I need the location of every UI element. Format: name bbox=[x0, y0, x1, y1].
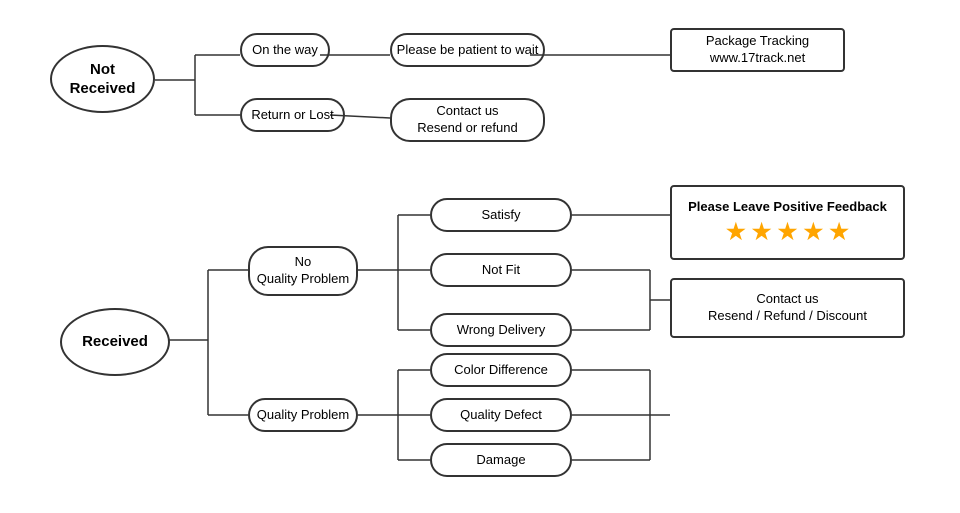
contact-resend-refund-node: Contact us Resend or refund bbox=[390, 98, 545, 142]
return-or-lost-node: Return or Lost bbox=[240, 98, 345, 132]
not-fit-node: Not Fit bbox=[430, 253, 572, 287]
not-received-node: Not Received bbox=[50, 45, 155, 113]
no-quality-problem-node: No Quality Problem bbox=[248, 246, 358, 296]
received-node: Received bbox=[60, 308, 170, 376]
patient-wait-node: Please be patient to wait bbox=[390, 33, 545, 67]
damage-node: Damage bbox=[430, 443, 572, 477]
satisfy-node: Satisfy bbox=[430, 198, 572, 232]
package-tracking-node: Package Tracking www.17track.net bbox=[670, 28, 845, 72]
quality-defect-node: Quality Defect bbox=[430, 398, 572, 432]
color-difference-node: Color Difference bbox=[430, 353, 572, 387]
quality-problem-node: Quality Problem bbox=[248, 398, 358, 432]
contact-resend-discount-node: Contact us Resend / Refund / Discount bbox=[670, 278, 905, 338]
on-the-way-node: On the way bbox=[240, 33, 330, 67]
positive-feedback-node: Please Leave Positive Feedback ★ ★ ★ ★ ★ bbox=[670, 185, 905, 260]
wrong-delivery-node: Wrong Delivery bbox=[430, 313, 572, 347]
